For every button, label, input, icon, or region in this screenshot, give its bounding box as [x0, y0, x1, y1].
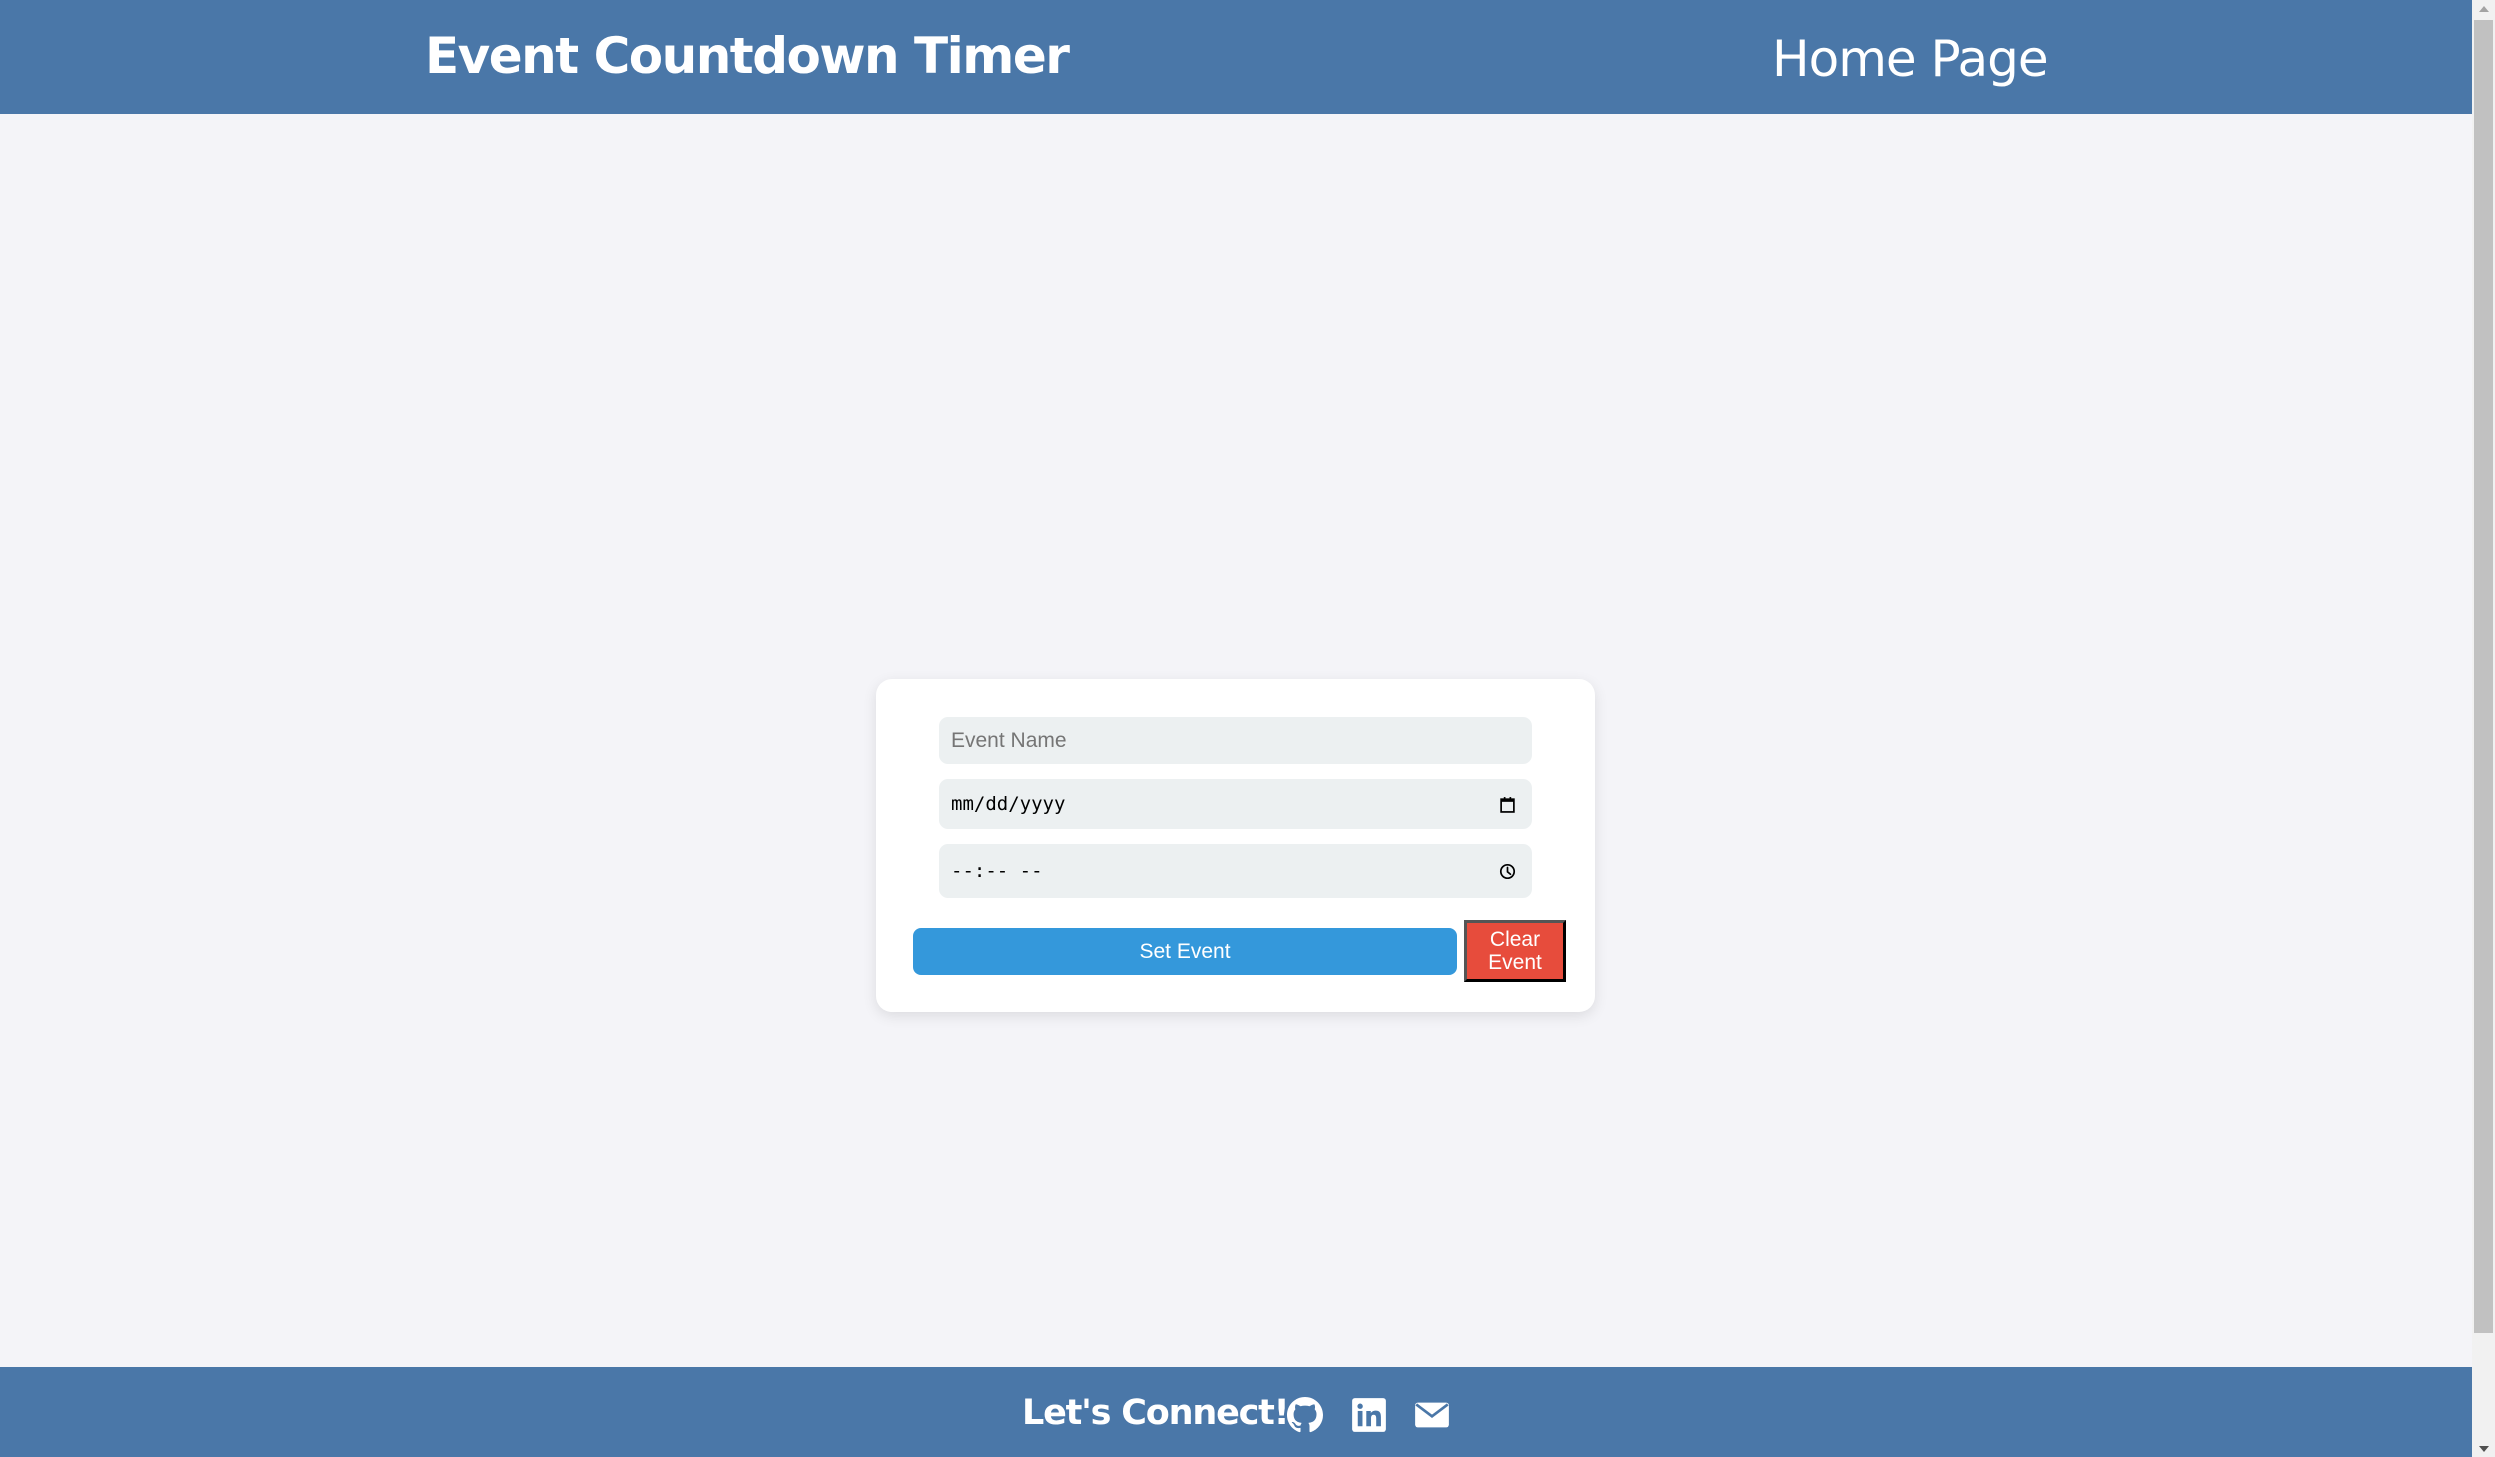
github-icon: [1287, 1397, 1323, 1433]
github-link[interactable]: [1287, 1397, 1323, 1433]
event-form-card: mm/dd/yyyy --:-- --: [876, 679, 1595, 1012]
site-footer: Let's Connect!: [0, 1367, 2472, 1457]
linkedin-link[interactable]: [1351, 1397, 1387, 1433]
site-header: Event Countdown Timer Home Page: [0, 0, 2472, 114]
event-name-input[interactable]: [939, 717, 1532, 764]
page: Event Countdown Timer Home Page mm/dd/yy…: [0, 0, 2472, 1457]
date-input-value: mm/dd/yyyy: [951, 793, 1066, 815]
nav-home-link[interactable]: Home Page: [1772, 24, 2049, 94]
scrollbar-thumb[interactable]: [2474, 20, 2493, 1333]
time-input-value: --:-- --: [951, 860, 1043, 882]
linkedin-icon: [1352, 1398, 1386, 1432]
event-date-input[interactable]: mm/dd/yyyy: [939, 779, 1532, 829]
scroll-up-arrow-icon[interactable]: [2472, 0, 2495, 17]
site-title: Event Countdown Timer: [425, 27, 1070, 85]
set-event-button[interactable]: Set Event: [913, 928, 1457, 975]
clear-button-label-line2: Event: [1488, 951, 1542, 974]
mail-icon: [1415, 1402, 1449, 1428]
event-time-input[interactable]: --:-- --: [939, 844, 1532, 898]
connect-label: Let's Connect!: [1022, 1393, 1290, 1433]
clock-icon[interactable]: [1496, 860, 1518, 882]
email-link[interactable]: [1414, 1397, 1450, 1433]
clear-event-button[interactable]: Clear Event: [1464, 920, 1566, 982]
clear-button-label-line1: Clear: [1489, 928, 1541, 951]
calendar-icon[interactable]: [1496, 793, 1518, 815]
vertical-scrollbar[interactable]: [2472, 0, 2495, 1457]
scroll-down-arrow-icon[interactable]: [2472, 1440, 2495, 1457]
